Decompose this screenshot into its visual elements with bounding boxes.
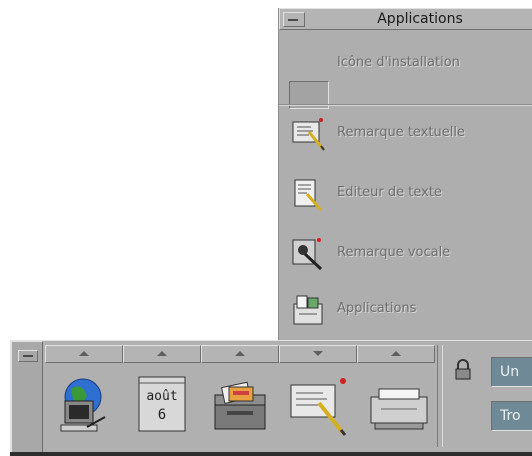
workspace-button-3[interactable]: Tro [491,401,532,431]
panel-bottom-edge [10,452,532,456]
arrow-down-icon [313,351,323,356]
calendar-icon [138,376,186,432]
subpanel-title: Applications [377,11,463,27]
subpanel-close-button[interactable] [283,12,305,27]
subpanel-divider [279,104,532,106]
subpanel-arrow-up[interactable] [357,345,435,363]
subpanel-arrow-up[interactable] [45,345,123,363]
voice-note-icon [292,238,323,271]
subpanel-item-label: Remarque textuelle [337,125,465,140]
text-note-icon[interactable] [283,367,355,445]
panel-separator [437,345,443,447]
subpanel-item-label: Remarque vocale [337,245,451,260]
subpanel-arrow-down[interactable] [279,345,357,363]
web-browser-icon[interactable] [47,367,119,445]
lock-icon[interactable] [453,359,473,381]
applications-icon [293,295,323,325]
subpanel-item-text-note[interactable]: Remarque textuelle [279,110,532,156]
file-manager-icon[interactable] [205,367,277,445]
panel-handle[interactable] [11,341,43,455]
printer-icon[interactable] [361,367,433,445]
front-panel: août 6 Un Tro [10,340,532,455]
subpanel-item-text-editor[interactable]: Editeur de texte [279,170,532,216]
subpanel-item-label: Icône d'installation [337,55,460,70]
subpanel-item-voice-note[interactable]: Remarque vocale [279,230,532,276]
text-editor-icon [294,179,323,211]
workspace-label: Un [500,364,520,380]
arrow-up-icon [235,351,245,356]
workspace-label: Tro [500,408,521,424]
subpanel-arrow-up[interactable] [123,345,201,363]
text-note-icon [292,118,325,151]
subpanel-titlebar[interactable]: Applications [279,8,532,30]
calendar-button[interactable]: août 6 [127,367,199,445]
subpanel-item-applications[interactable]: Applications [279,286,532,332]
arrow-up-icon [157,351,167,356]
panel-menu-button[interactable] [18,350,38,362]
workspace-button-1[interactable]: Un [491,357,532,387]
calendar-month: août [146,389,178,404]
applications-subpanel: Applications Icône d'installation Remarq… [278,8,532,346]
subpanel-item-label: Editeur de texte [337,185,442,200]
subpanel-arrow-up[interactable] [201,345,279,363]
arrow-up-icon [79,351,89,356]
subpanel-item-install-icon[interactable]: Icône d'installation [279,40,532,109]
subpanel-item-label: Applications [337,301,417,316]
arrow-up-icon [391,351,401,356]
calendar-day: 6 [157,407,167,423]
